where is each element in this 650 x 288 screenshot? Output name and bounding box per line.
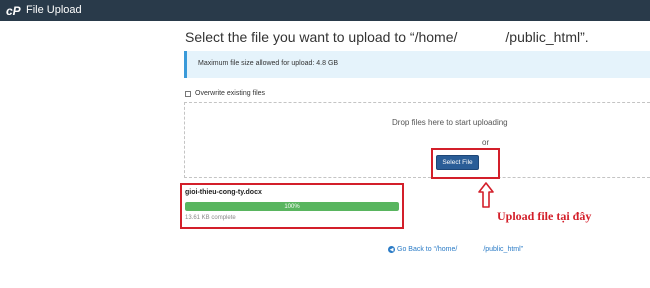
go-back-link[interactable]: ◀ Go Back to “/home//public_html” (388, 246, 523, 253)
page-title: Select the file you want to upload to “/… (185, 29, 589, 45)
drop-zone-or: or (482, 138, 490, 147)
max-size-info-box: Maximum file size allowed for upload: 4.… (184, 51, 650, 78)
overwrite-option[interactable]: Overwrite existing files (185, 90, 265, 97)
cpanel-logo-icon[interactable]: cP (6, 3, 22, 18)
page-title-suffix: /public_html”. (505, 29, 589, 45)
upload-progress-fill: 100% (185, 202, 399, 211)
upload-progress-bar: 100% (185, 202, 399, 211)
drop-zone[interactable]: Drop files here to start uploading or (184, 102, 650, 178)
upload-progress-label: 100% (284, 203, 300, 210)
max-size-info-text: Maximum file size allowed for upload: 4.… (198, 60, 339, 67)
top-bar: cP File Upload (0, 0, 650, 21)
uploaded-file-name: gioi-thieu-cong-ty.docx (185, 189, 262, 196)
app-title: File Upload (26, 4, 82, 16)
upload-progress-panel: gioi-thieu-cong-ty.docx 100% 13.61 KB co… (180, 183, 404, 229)
drop-zone-text: Drop files here to start uploading (392, 118, 508, 127)
upload-here-annotation: Upload file tại đây (497, 209, 592, 223)
page-title-prefix: Select the file you want to upload to “/… (185, 29, 458, 45)
svg-text:cP: cP (6, 4, 22, 18)
go-back-label[interactable]: Go Back to “/home//public_html” (397, 246, 523, 253)
back-arrow-icon[interactable]: ◀ (388, 246, 395, 253)
overwrite-checkbox[interactable] (185, 90, 191, 97)
select-file-button[interactable]: Select File (436, 155, 479, 170)
overwrite-label[interactable]: Overwrite existing files (195, 90, 265, 97)
up-arrow-icon (478, 182, 494, 208)
upload-status: 13.61 KB complete (185, 215, 236, 221)
